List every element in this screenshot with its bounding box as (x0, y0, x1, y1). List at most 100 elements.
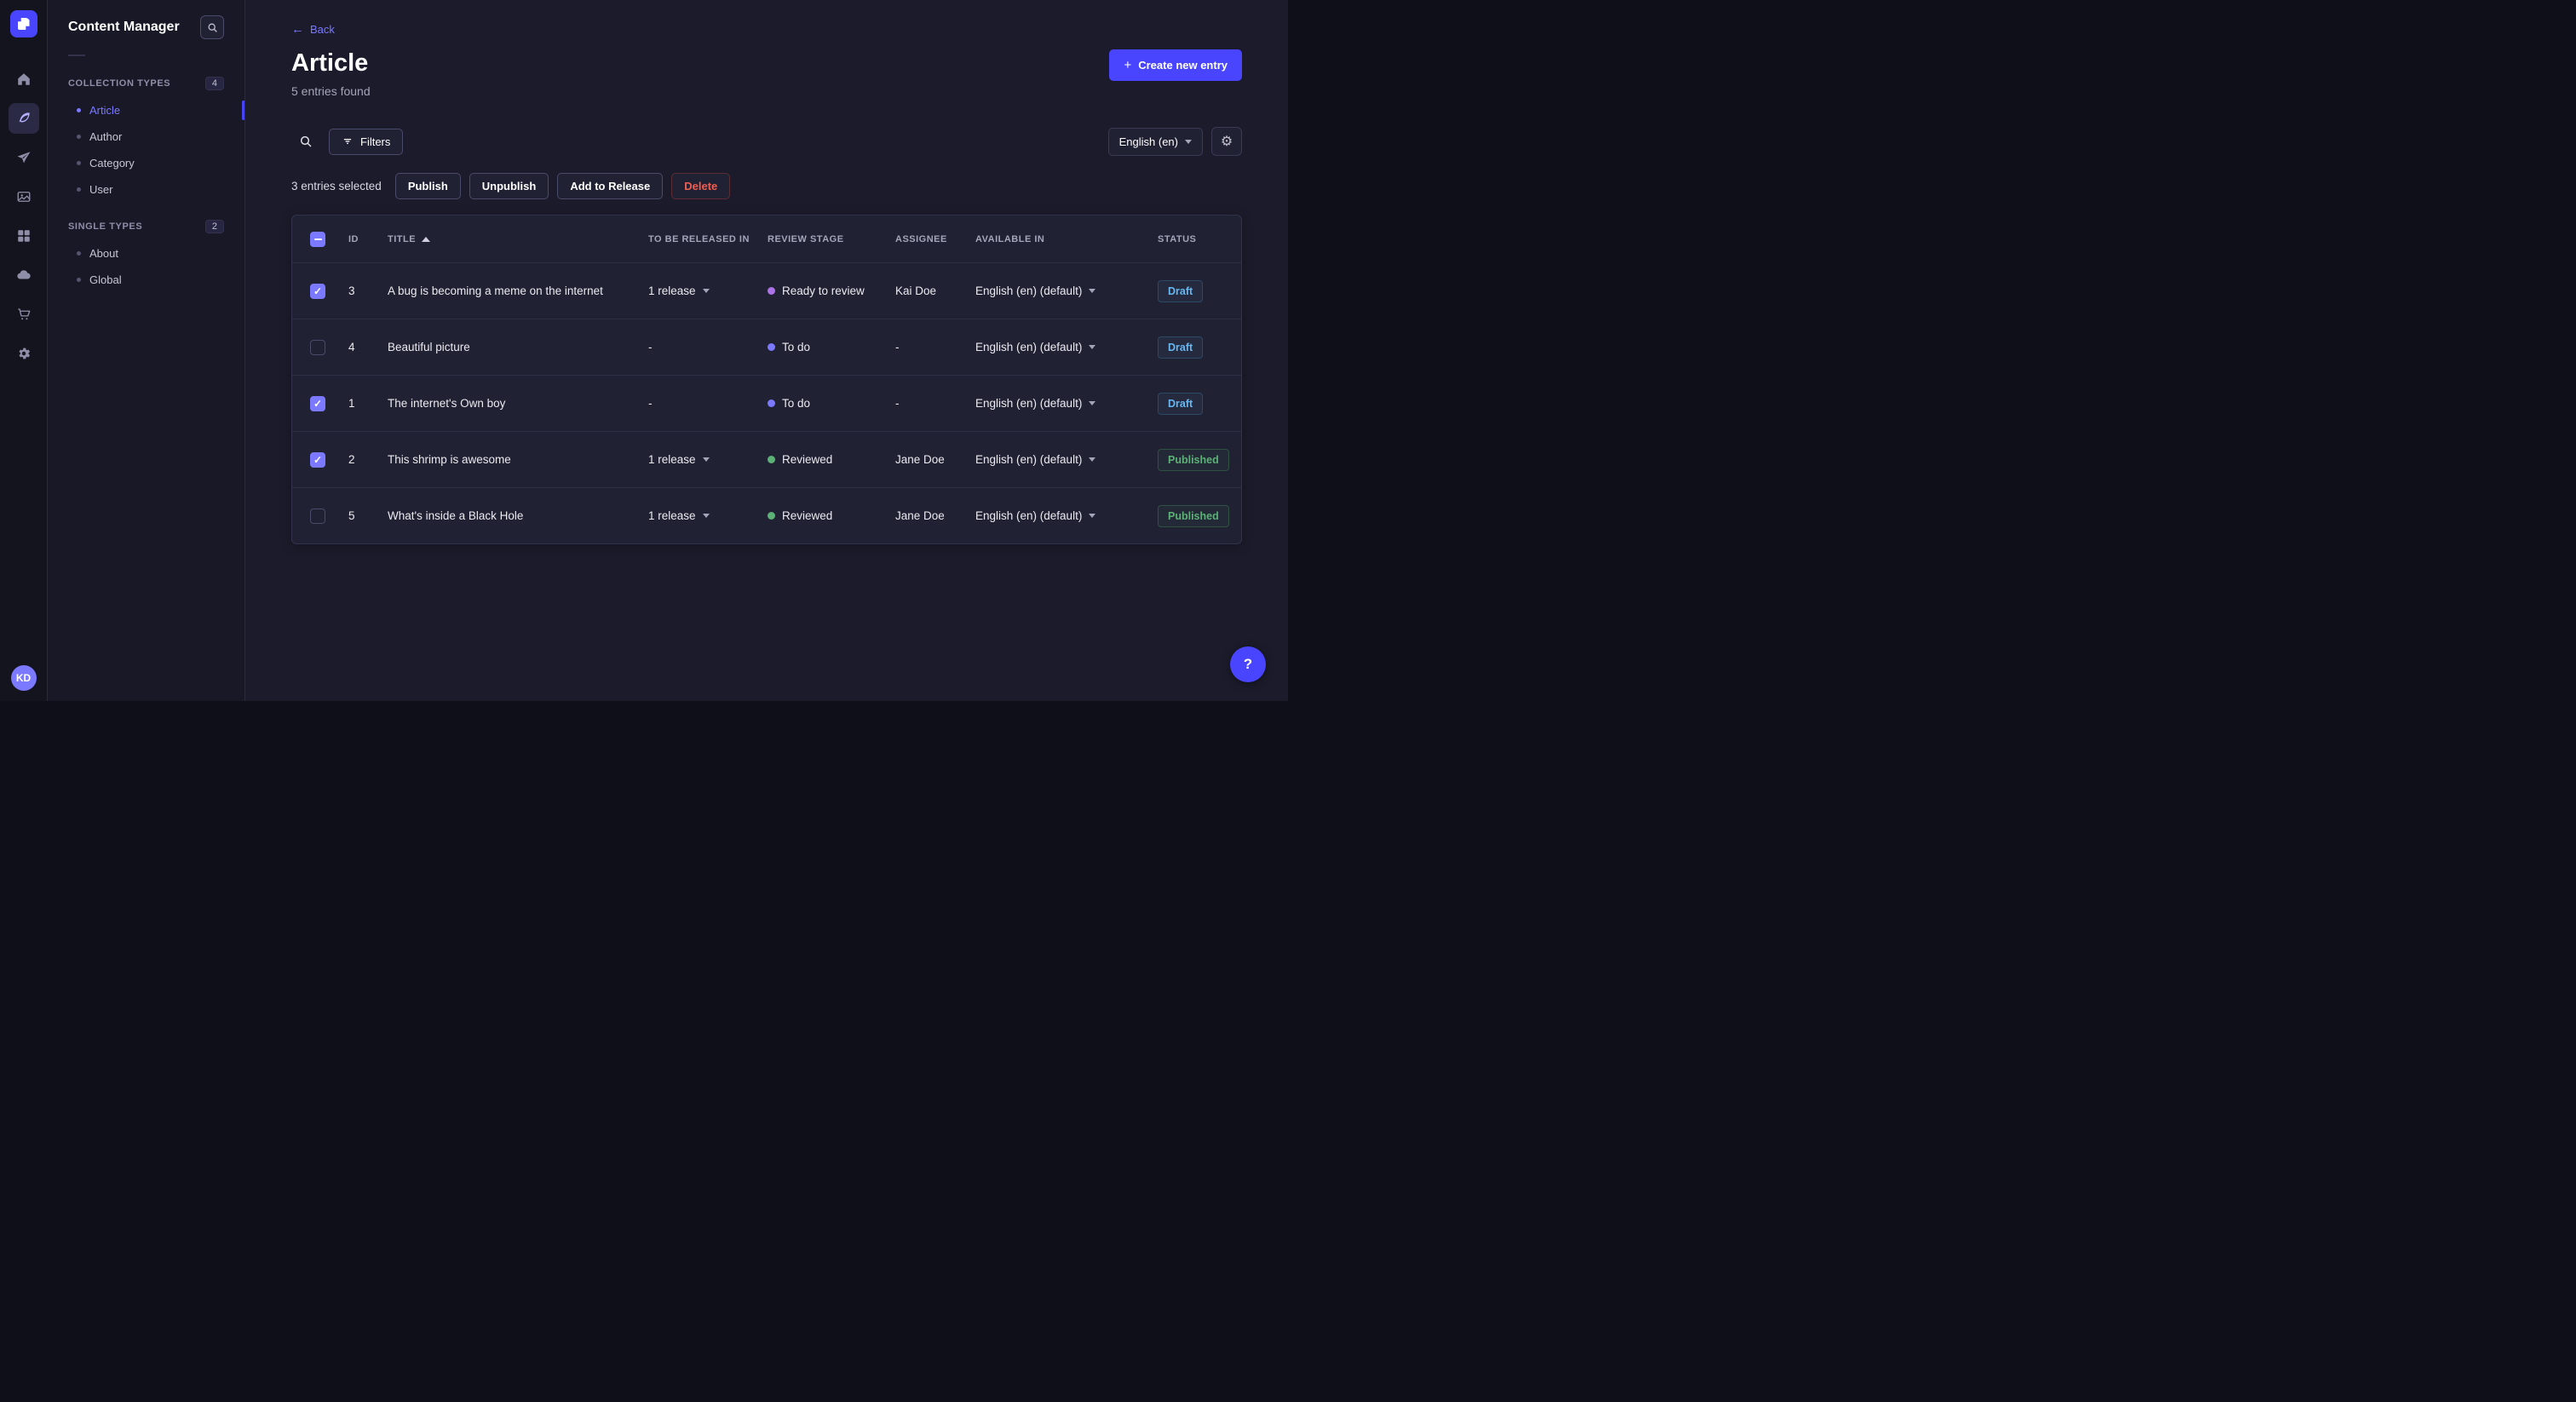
cell-review-stage: Reviewed (759, 509, 887, 522)
cell-available-in[interactable]: English (en) (default) (967, 397, 1149, 410)
header-release[interactable]: TO BE RELEASED IN (640, 234, 759, 244)
bullet-icon (77, 187, 81, 192)
table-row[interactable]: 4 Beautiful picture - To do - English (e… (292, 319, 1241, 375)
releases-icon[interactable] (9, 142, 39, 173)
locale-value: English (en) (1118, 135, 1178, 148)
deploy-cloud-icon[interactable] (9, 260, 39, 290)
content-manager-sidebar: Content Manager COLLECTION TYPES 4 Artic… (48, 0, 245, 701)
main-nav-rail: KD (0, 0, 48, 701)
header-assignee[interactable]: ASSIGNEE (887, 234, 967, 244)
delete-button[interactable]: Delete (671, 173, 731, 199)
sidebar-item-global[interactable]: Global (48, 267, 244, 293)
add-to-release-button[interactable]: Add to Release (557, 173, 664, 199)
cell-review-stage: Ready to review (759, 284, 887, 297)
release-caret-icon (702, 289, 710, 293)
locale-caret-icon (1089, 457, 1096, 462)
header-id[interactable]: ID (340, 234, 379, 244)
sidebar-divider (68, 55, 85, 56)
selection-count: 3 entries selected (291, 180, 382, 192)
cell-available-in[interactable]: English (en) (default) (967, 509, 1149, 522)
view-settings-button[interactable]: ⚙ (1211, 127, 1242, 156)
cell-release[interactable]: - (640, 341, 759, 353)
select-all-checkbox[interactable] (310, 231, 325, 247)
status-badge: Published (1158, 504, 1229, 527)
status-badge: Published (1158, 448, 1229, 471)
header-title[interactable]: TITLE (379, 234, 640, 244)
row-checkbox[interactable] (310, 339, 325, 355)
header-status[interactable]: STATUS (1149, 234, 1238, 244)
section-label: COLLECTION TYPES (68, 78, 171, 89)
locale-select[interactable]: English (en) (1107, 127, 1203, 156)
unpublish-button[interactable]: Unpublish (469, 173, 549, 199)
cell-id: 3 (348, 284, 355, 297)
media-library-icon[interactable] (9, 181, 39, 212)
plus-icon: + (1124, 58, 1132, 72)
cell-title: What's inside a Black Hole (388, 509, 524, 522)
section-count-badge: 2 (204, 220, 224, 233)
header-review-stage[interactable]: REVIEW STAGE (759, 234, 887, 244)
row-checkbox[interactable] (310, 508, 325, 524)
settings-icon[interactable] (9, 338, 39, 369)
back-link[interactable]: ← Back (291, 22, 335, 37)
cell-assignee: - (895, 397, 900, 410)
row-checkbox[interactable] (310, 283, 325, 299)
locale-caret-icon (1089, 345, 1096, 349)
help-button[interactable]: ? (1230, 646, 1266, 682)
header-available-in[interactable]: AVAILABLE IN (967, 234, 1149, 244)
gear-icon: ⚙ (1220, 135, 1233, 149)
cell-title: The internet's Own boy (388, 397, 506, 410)
table-row[interactable]: 1 The internet's Own boy - To do - Engli… (292, 375, 1241, 431)
sidebar-item-category[interactable]: Category (48, 150, 244, 176)
sidebar-item-author[interactable]: Author (48, 124, 244, 150)
cell-available-in[interactable]: English (en) (default) (967, 284, 1149, 297)
release-caret-icon (702, 514, 710, 518)
sidebar-item-article[interactable]: Article (48, 97, 244, 124)
cell-title: This shrimp is awesome (388, 453, 511, 466)
status-badge: Draft (1158, 392, 1204, 415)
sidebar-item-user[interactable]: User (48, 176, 244, 203)
main-content: ← Back Article 5 entries found + Create … (245, 0, 1288, 701)
publish-button[interactable]: Publish (394, 173, 461, 199)
stage-dot (768, 343, 775, 351)
table-row[interactable]: 3 A bug is becoming a meme on the intern… (292, 262, 1241, 319)
cell-release[interactable]: 1 release (640, 509, 759, 522)
bullet-icon (77, 135, 81, 139)
filters-button[interactable]: Filters (329, 128, 404, 155)
sort-ascending-icon (422, 236, 431, 242)
cell-id: 4 (348, 341, 355, 353)
row-checkbox[interactable] (310, 395, 325, 411)
app-window: KD Content Manager COLLECTION TYPES 4 Ar… (0, 0, 1288, 701)
cell-assignee: Kai Doe (895, 284, 937, 297)
locale-caret-icon (1089, 289, 1096, 293)
cell-release[interactable]: 1 release (640, 284, 759, 297)
row-checkbox[interactable] (310, 451, 325, 468)
sidebar-item-label: Global (89, 273, 122, 286)
stage-dot (768, 456, 775, 463)
marketplace-icon[interactable] (9, 299, 39, 330)
status-badge: Draft (1158, 279, 1204, 302)
user-avatar[interactable]: KD (10, 665, 37, 691)
cell-available-in[interactable]: English (en) (default) (967, 453, 1149, 466)
search-button[interactable] (291, 127, 320, 156)
cell-available-in[interactable]: English (en) (default) (967, 341, 1149, 353)
entries-table: ID TITLE TO BE RELEASED IN REVIEW STAGE … (291, 215, 1242, 544)
search-icon (208, 23, 217, 32)
back-arrow-icon: ← (291, 22, 304, 37)
stage-dot (768, 399, 775, 407)
cell-release[interactable]: - (640, 397, 759, 410)
sidebar-search-button[interactable] (200, 15, 224, 39)
content-manager-icon[interactable] (8, 103, 39, 134)
create-new-entry-button[interactable]: + Create new entry (1109, 49, 1242, 81)
sidebar-title: Content Manager (68, 20, 180, 34)
bullet-icon (77, 108, 81, 112)
strapi-logo[interactable] (9, 10, 37, 37)
back-label: Back (310, 23, 335, 36)
table-row[interactable]: 5 What's inside a Black Hole 1 release R… (292, 487, 1241, 543)
sidebar-item-about[interactable]: About (48, 240, 244, 267)
content-type-builder-icon[interactable] (9, 221, 39, 251)
cell-release[interactable]: 1 release (640, 453, 759, 466)
home-icon[interactable] (9, 64, 39, 95)
table-row[interactable]: 2 This shrimp is awesome 1 release Revie… (292, 431, 1241, 487)
page-title: Article (291, 49, 369, 77)
sidebar-item-label: Category (89, 157, 135, 170)
